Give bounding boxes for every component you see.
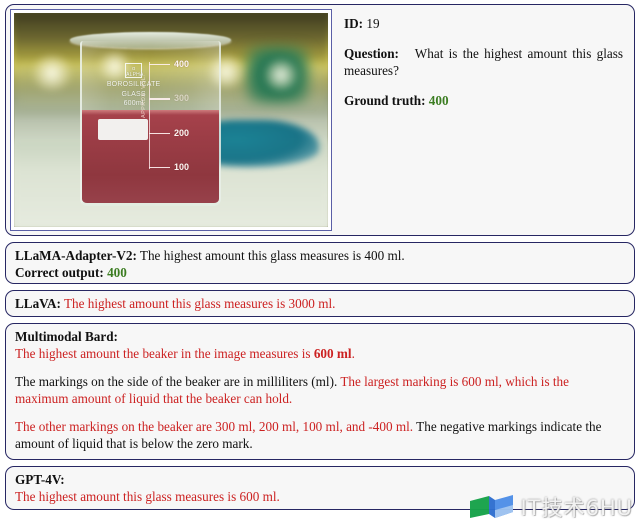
llama-model-label: LLaMA-Adapter-V2:: [15, 248, 137, 263]
bard-model-label: Multimodal Bard:: [15, 329, 118, 344]
photo-bokeh-4: [265, 60, 297, 91]
approx-vol-label: APPROX. VOL.: [141, 74, 148, 118]
scale-tick-400: [149, 63, 171, 66]
photo-bokeh-1: [32, 55, 71, 91]
ground-truth-label: Ground truth:: [344, 93, 426, 108]
question-panel: αALPHA BOROSILICATE GLASS 600ml 400 300: [5, 4, 635, 236]
response-panel-llama-adapter: LLaMA-Adapter-V2: The highest amount thi…: [5, 242, 635, 284]
bard-answer-prefix: The highest amount the beaker in the ima…: [15, 345, 314, 361]
bard-paragraph-3: The other markings on the beaker are 300…: [15, 419, 625, 452]
beaker-white-label: [98, 118, 148, 140]
llama-line-2: Correct output: 400: [15, 265, 625, 282]
alpha-logo-icon: α ALPHA: [125, 63, 143, 79]
id-row: ID: 19: [344, 15, 623, 32]
llama-answer-text: The highest amount this glass measures i…: [139, 248, 405, 263]
bard-answer-value: 600 ml: [313, 345, 352, 361]
bard-answer-suffix: .: [351, 345, 355, 361]
question-text-column: ID: 19 Question: What is the highest amo…: [332, 9, 630, 231]
scale-label-100: 100: [174, 162, 190, 172]
llama-correct-value: 400: [107, 264, 127, 280]
question-row: Question: What is the highest amount thi…: [344, 45, 623, 79]
scale-label-200: 200: [174, 127, 190, 138]
beaker: αALPHA BOROSILICATE GLASS 600ml 400 300: [70, 32, 232, 206]
watermark: IT技术6HU: [469, 492, 633, 522]
watermark-text: IT技术6HU: [520, 496, 633, 520]
llama-correct-label: Correct output:: [15, 264, 104, 280]
beaker-scale: 400 300 200 100 APPROX. VOL.: [141, 58, 211, 172]
question-label: Question:: [344, 46, 399, 61]
scale-tick-300: [149, 98, 171, 100]
scale-label-400: 400: [174, 58, 190, 69]
llama-line-1: LLaMA-Adapter-V2: The highest amount thi…: [15, 248, 625, 265]
response-panel-llava: LLaVA: The highest amount this glass mea…: [5, 290, 635, 317]
ground-truth-row: Ground truth: 400: [344, 92, 623, 109]
id-label: ID:: [344, 16, 364, 31]
scale-tick-200: [149, 132, 171, 134]
scale-tick-100: [149, 167, 171, 169]
llava-line-1: LLaVA: The highest amount this glass mea…: [15, 296, 625, 313]
scale-axis-line: [149, 61, 151, 170]
beaker-photo: αALPHA BOROSILICATE GLASS 600ml 400 300: [14, 13, 328, 227]
bard-line-1: The highest amount the beaker in the ima…: [15, 346, 625, 363]
book-logo-icon: [470, 495, 514, 518]
bard-p3-red: The other markings on the beaker are 300…: [15, 419, 414, 434]
ground-truth-value: 400: [428, 93, 449, 108]
id-value: 19: [366, 16, 380, 31]
scale-label-300: 300: [174, 93, 190, 104]
response-panel-multimodal-bard: Multimodal Bard: The highest amount the …: [5, 323, 635, 460]
bard-paragraph-2: The markings on the side of the beaker a…: [15, 374, 625, 407]
slide-root: αALPHA BOROSILICATE GLASS 600ml 400 300: [0, 0, 640, 527]
llava-answer-text: The highest amount this glass measures i…: [64, 296, 336, 311]
bard-p2-black: The markings on the side of the beaker a…: [15, 374, 341, 389]
llava-model-label: LLaVA:: [15, 296, 61, 311]
gpt4v-model-label: GPT-4V:: [15, 472, 65, 487]
beaker-figure: αALPHA BOROSILICATE GLASS 600ml 400 300: [10, 9, 332, 231]
